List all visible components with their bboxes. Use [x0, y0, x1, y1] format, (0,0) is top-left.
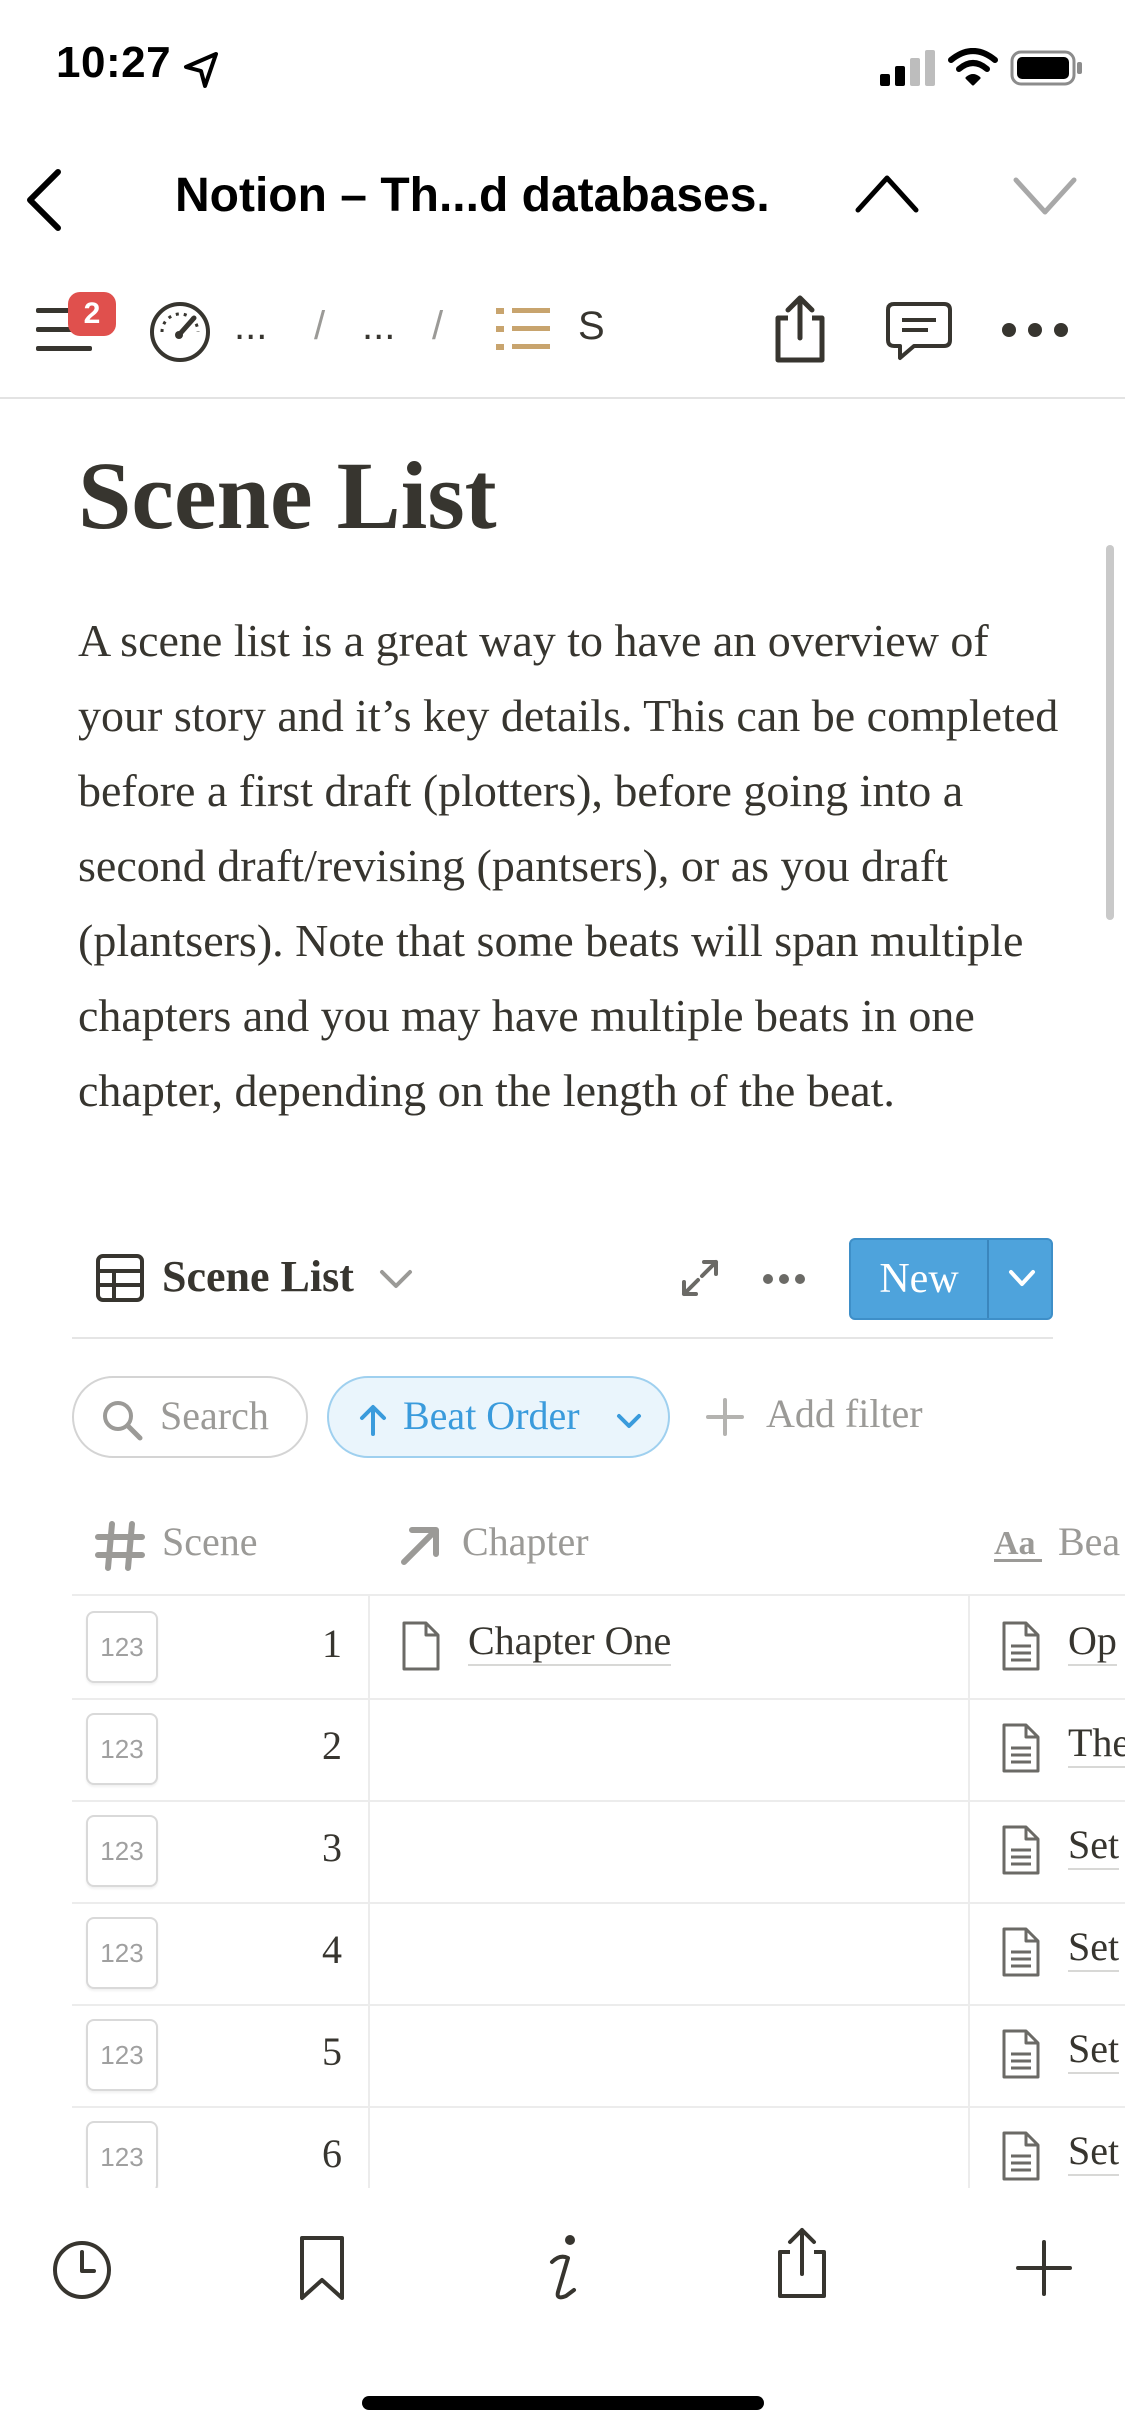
column-header-scene[interactable]: Scene — [162, 1518, 258, 1565]
column-divider — [968, 1596, 970, 2188]
row-divider — [72, 2004, 1125, 2006]
beat-cell[interactable]: Set — [1068, 2128, 1120, 2176]
status-time: 10:27 — [56, 38, 172, 87]
chevron-down-icon[interactable] — [1012, 176, 1078, 218]
number-property-icon: 123 — [86, 1611, 158, 1683]
relation-arrow-icon — [401, 1527, 439, 1565]
chevron-up-icon[interactable] — [854, 172, 920, 214]
share-icon[interactable] — [770, 294, 830, 364]
more-icon[interactable] — [1000, 320, 1070, 340]
page-icon — [1002, 2029, 1040, 2079]
hash-icon — [95, 1521, 145, 1571]
number-property-icon: 123 — [86, 1815, 158, 1887]
page-description: A scene list is a great way to have an o… — [78, 615, 1059, 1116]
search-pill[interactable]: Search — [72, 1376, 308, 1458]
beat-cell[interactable]: Set — [1068, 1822, 1120, 1870]
page-icon — [402, 1621, 440, 1671]
column-header-chapter[interactable]: Chapter — [462, 1518, 589, 1565]
sort-pill[interactable]: Beat Order — [327, 1376, 670, 1458]
table-icon — [96, 1254, 144, 1302]
page-icon — [1002, 2131, 1040, 2181]
scene-number: 4 — [322, 1927, 342, 1972]
location-arrow-icon — [184, 52, 218, 88]
breadcrumb-separator: / — [314, 304, 326, 348]
number-property-icon: 123 — [86, 1917, 158, 1989]
row-divider — [72, 1902, 1125, 1904]
page-icon — [1002, 1927, 1040, 1977]
sort-dropdown-icon — [617, 1414, 641, 1428]
beat-cell[interactable]: Op — [1068, 1618, 1117, 1666]
arrow-up-icon — [360, 1405, 386, 1436]
beat-cell[interactable]: The — [1068, 1720, 1125, 1768]
column-divider — [368, 1596, 370, 2188]
view-more-icon[interactable] — [762, 1272, 806, 1286]
svg-text:Aa: Aa — [994, 1525, 1036, 1562]
plus-icon[interactable] — [1016, 2240, 1072, 2296]
share-icon[interactable] — [772, 2226, 832, 2300]
chapter-cell[interactable]: Chapter One — [468, 1618, 672, 1666]
scene-number: 5 — [322, 2029, 342, 2074]
plus-icon[interactable] — [704, 1396, 746, 1438]
expand-icon[interactable] — [680, 1258, 720, 1298]
number-property-icon: 123 — [86, 2121, 158, 2193]
breadcrumb-item-2[interactable]: ... — [362, 304, 395, 349]
new-button-divider — [987, 1240, 989, 1318]
history-icon[interactable] — [50, 2238, 114, 2302]
list-icon — [496, 308, 550, 350]
search-label: Search — [160, 1393, 269, 1438]
scene-number: 3 — [322, 1825, 342, 1870]
comment-icon[interactable] — [884, 300, 954, 364]
page-icon — [1002, 1825, 1040, 1875]
scrollbar[interactable] — [1106, 545, 1114, 920]
number-property-icon: 123 — [86, 2019, 158, 2091]
breadcrumb-item-1[interactable]: ... — [234, 304, 267, 349]
row-divider — [72, 1800, 1125, 1802]
page-icon — [1002, 1621, 1040, 1671]
view-header-divider — [72, 1337, 1053, 1339]
beat-cell[interactable]: Set — [1068, 1924, 1120, 1972]
number-property-icon: 123 — [86, 1713, 158, 1785]
beat-cell[interactable]: Set — [1068, 2026, 1120, 2074]
new-button-label: New — [879, 1256, 959, 1302]
page-title: Scene List — [78, 442, 497, 549]
scene-number: 2 — [322, 1723, 342, 1768]
notification-badge: 2 — [68, 292, 116, 336]
new-button[interactable]: New — [849, 1238, 1053, 1320]
info-icon[interactable] — [542, 2232, 586, 2306]
wifi-icon — [948, 48, 998, 86]
page-icon — [1002, 1723, 1040, 1773]
home-indicator — [362, 2396, 764, 2410]
breadcrumb-current[interactable]: S — [578, 304, 605, 349]
toolbar-divider — [0, 397, 1125, 399]
sort-label: Beat Order — [403, 1393, 580, 1438]
scene-number: 1 — [322, 1621, 342, 1666]
add-filter-label[interactable]: Add filter — [766, 1390, 923, 1437]
search-icon — [103, 1401, 143, 1441]
row-divider — [72, 1698, 1125, 1700]
battery-icon — [1010, 50, 1082, 86]
bookmark-icon[interactable] — [296, 2234, 348, 2302]
column-header-beat[interactable]: Bea — [1058, 1518, 1120, 1565]
nav-title: Notion – Th...d databases. — [175, 169, 770, 222]
new-dropdown-icon[interactable] — [1007, 1268, 1037, 1290]
back-chevron-icon[interactable] — [22, 168, 66, 232]
view-dropdown-icon[interactable] — [378, 1268, 414, 1292]
row-divider — [72, 2106, 1125, 2108]
scene-number: 6 — [322, 2131, 342, 2176]
signal-icon — [880, 50, 935, 86]
text-property-icon: Aa — [994, 1525, 1042, 1562]
view-name[interactable]: Scene List — [162, 1251, 354, 1302]
breadcrumb-separator: / — [432, 304, 444, 348]
gauge-icon[interactable] — [148, 300, 212, 364]
